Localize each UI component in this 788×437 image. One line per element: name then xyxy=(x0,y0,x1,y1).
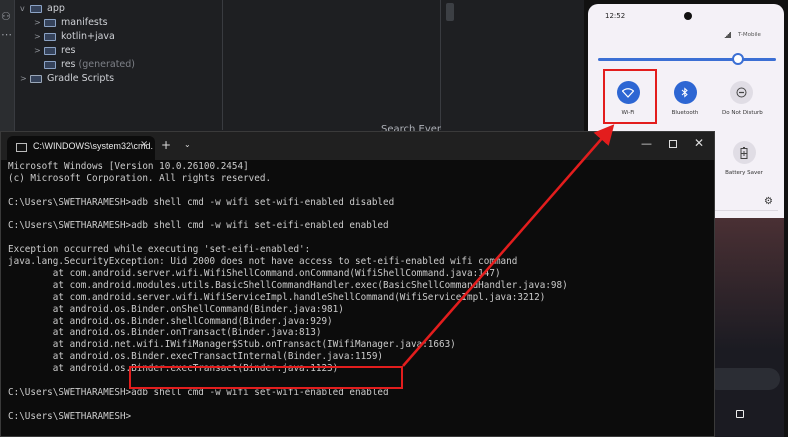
annotation-arrow xyxy=(402,124,615,367)
